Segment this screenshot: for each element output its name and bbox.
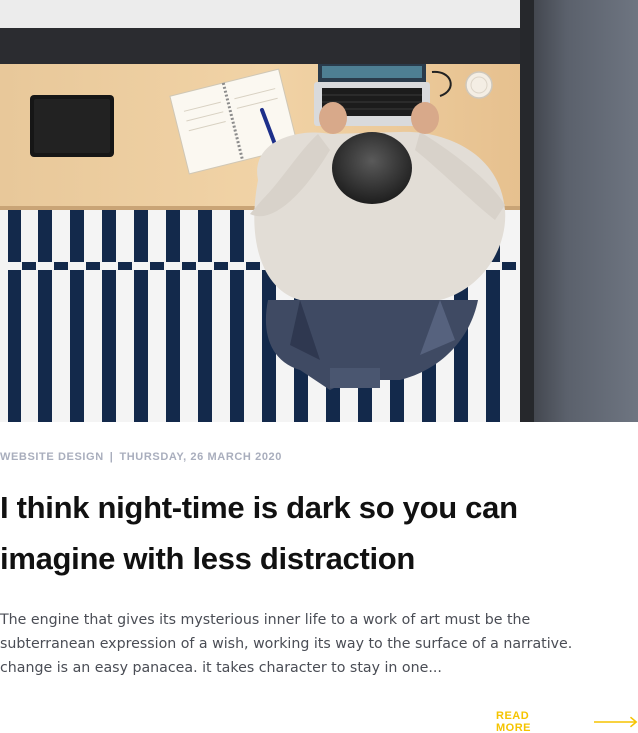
post-date: THURSDAY, 26 MARCH 2020: [119, 451, 282, 463]
post-title[interactable]: I think night-time is dark so you can im…: [0, 482, 620, 584]
meta-separator: |: [109, 451, 114, 463]
post-meta: WEBSITE DESIGN | THURSDAY, 26 MARCH 2020: [0, 451, 282, 463]
post-featured-image[interactable]: [0, 0, 638, 422]
post-category-link[interactable]: WEBSITE DESIGN: [0, 451, 104, 463]
arrow-right-icon: [593, 716, 638, 728]
workspace-photo-illustration: [0, 0, 638, 422]
read-more-link[interactable]: READ MORE: [496, 710, 638, 733]
post-excerpt: The engine that gives its mysterious inn…: [0, 612, 573, 676]
read-more-label: READ MORE: [496, 710, 531, 733]
blog-post-card: WEBSITE DESIGN | THURSDAY, 26 MARCH 2020 I…: [0, 0, 638, 733]
